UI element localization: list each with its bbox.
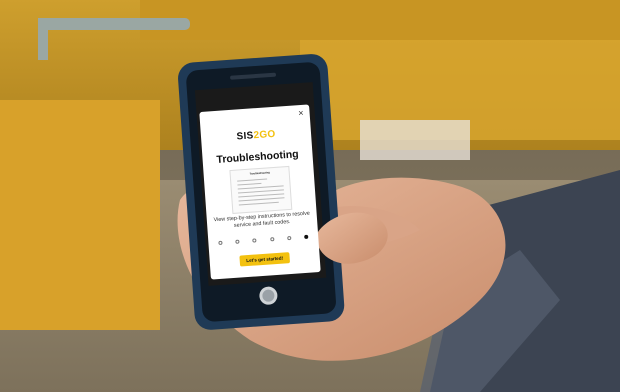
troubleshooting-thumbnail: Troubleshooting (229, 165, 293, 214)
thumbnail-title: Troubleshooting (249, 171, 270, 176)
phone-screen: × SIS2GO Troubleshooting Troubleshooting… (199, 104, 321, 280)
pager-dot[interactable] (286, 235, 292, 241)
close-icon[interactable]: × (298, 108, 304, 118)
modal-description: View step-by-step instructions to resolv… (213, 210, 311, 229)
sis2go-logo: SIS2GO (201, 126, 311, 145)
logo-2go: 2GO (253, 128, 276, 142)
thumbnail-line (237, 178, 268, 182)
onboarding-modal: × SIS2GO Troubleshooting Troubleshooting… (199, 104, 321, 280)
logo-sis: SIS (236, 130, 254, 143)
pager-dot[interactable] (304, 234, 309, 240)
pager-dot[interactable] (269, 237, 275, 242)
photo-scene: × SIS2GO Troubleshooting Troubleshooting… (0, 0, 620, 392)
thumbnail-line (238, 201, 279, 206)
pager-dots (218, 234, 309, 246)
pager-dot[interactable] (235, 239, 240, 244)
thumbnail-line (237, 182, 262, 186)
pager-dot[interactable] (218, 240, 223, 246)
pager-dot[interactable] (252, 238, 257, 243)
modal-title: Troubleshooting (216, 148, 300, 166)
get-started-button[interactable]: Let's get started! (239, 252, 291, 267)
